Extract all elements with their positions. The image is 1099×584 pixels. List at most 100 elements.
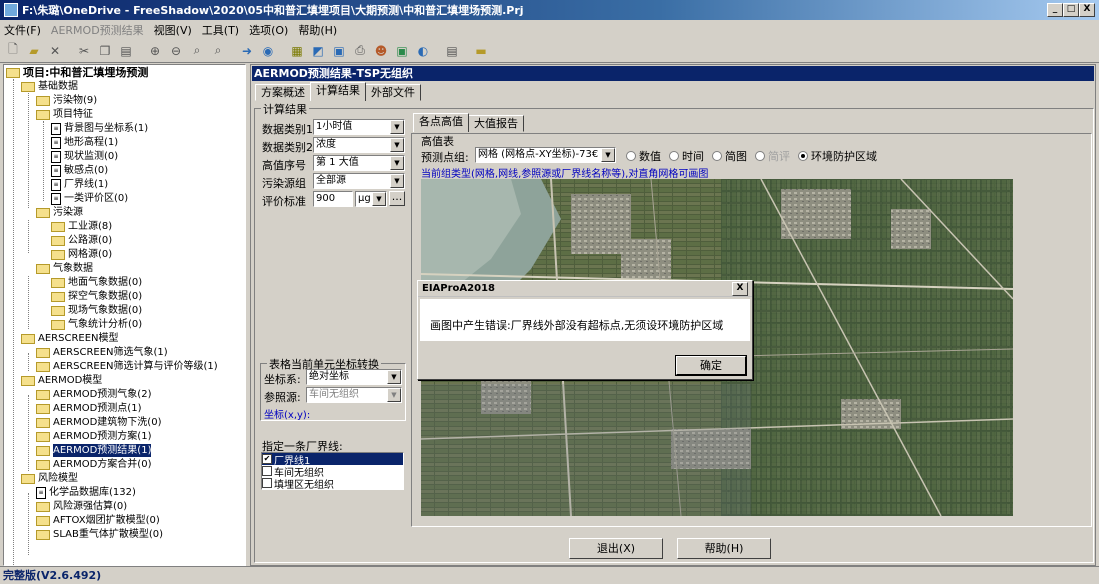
tree-item[interactable]: 基础数据 bbox=[21, 80, 78, 93]
hint-text: 当前组类型(网格,网线,参照源或厂界线名称等),对直角网格可画图 bbox=[421, 169, 709, 180]
tab-high-values[interactable]: 各点高值 bbox=[413, 113, 469, 132]
grid-icon[interactable]: ▦ bbox=[288, 42, 306, 60]
point-group-select[interactable]: 网格 (网格点-XY坐标)-73€ ▼ bbox=[475, 147, 616, 163]
unit-select[interactable]: μg ▼ bbox=[355, 191, 387, 207]
open-folder-icon[interactable]: ▰ bbox=[25, 42, 43, 60]
ok-button[interactable]: 确定 bbox=[675, 355, 747, 376]
tree-item[interactable]: AERSCREEN筛选计算与评价等级(1) bbox=[36, 360, 218, 373]
close-button[interactable]: X bbox=[1079, 3, 1095, 17]
stop-icon[interactable]: ◉ bbox=[259, 42, 277, 60]
tab-external-files[interactable]: 外部文件 bbox=[365, 84, 421, 101]
ref-source-select[interactable]: 车间无组织 ▼ bbox=[306, 387, 402, 403]
coord-sys-select[interactable]: 绝对坐标 ▼ bbox=[306, 369, 402, 385]
tree-item[interactable]: 工业源(8) bbox=[51, 220, 112, 233]
radio-protection-zone[interactable]: 环境防护区域 bbox=[798, 148, 877, 164]
tree-item[interactable]: AERMOD模型 bbox=[21, 374, 102, 387]
tree-item[interactable]: SLAB重气体扩散模型(0) bbox=[36, 528, 163, 541]
exit-icon[interactable]: ▬ bbox=[472, 42, 490, 60]
zoom-in-icon[interactable]: ⊕ bbox=[146, 42, 164, 60]
tree-item[interactable]: 污染物(9) bbox=[36, 94, 97, 107]
tree-item[interactable]: 污染源 bbox=[36, 206, 83, 219]
radio-simple-eval[interactable]: 简评 bbox=[755, 148, 790, 164]
table-icon[interactable]: ▣ bbox=[330, 42, 348, 60]
tab-results[interactable]: 计算结果 bbox=[310, 82, 366, 101]
exit-button[interactable]: 退出(X) bbox=[569, 538, 663, 559]
chart-icon[interactable]: ◩ bbox=[309, 42, 327, 60]
delete-icon[interactable]: ✕ bbox=[46, 42, 64, 60]
copy-icon[interactable]: ❐ bbox=[96, 42, 114, 60]
tree-item[interactable]: 探空气象数据(0) bbox=[51, 290, 142, 303]
menu-options[interactable]: 选项(O) bbox=[249, 22, 288, 38]
tree-item[interactable]: 风险源强估算(0) bbox=[36, 500, 127, 513]
tree-item[interactable]: 现场气象数据(0) bbox=[51, 304, 142, 317]
zoom-window-icon[interactable]: ⌕ bbox=[188, 42, 206, 60]
chevron-down-icon: ▼ bbox=[390, 174, 404, 188]
minimize-button[interactable]: _ bbox=[1047, 3, 1063, 17]
tree-item[interactable]: ≡ 背景图与坐标系(1) bbox=[51, 122, 148, 135]
cut-icon[interactable]: ✂ bbox=[75, 42, 93, 60]
chevron-down-icon: ▼ bbox=[372, 192, 386, 206]
tree-item[interactable]: AERMOD预测气象(2) bbox=[36, 388, 151, 401]
tree-item[interactable]: 风险模型 bbox=[21, 472, 78, 485]
zoom-out-icon[interactable]: ⊖ bbox=[167, 42, 185, 60]
tree-item[interactable]: AERMOD方案合并(0) bbox=[36, 458, 151, 471]
data-type2-select[interactable]: 浓度 ▼ bbox=[313, 137, 405, 153]
new-file-icon[interactable]: 🗋 bbox=[4, 42, 22, 60]
user-icon[interactable]: ☻ bbox=[372, 42, 390, 60]
tree-root[interactable]: 项目:中和普汇填埋场预测 bbox=[6, 66, 148, 79]
tree-item[interactable]: 网格源(0) bbox=[51, 248, 112, 261]
boundary-item[interactable]: 填埋区无组织 bbox=[262, 477, 403, 491]
run-arrow-icon[interactable]: ➜ bbox=[238, 42, 256, 60]
radio-time[interactable]: 时间 bbox=[669, 148, 704, 164]
high-rank-select[interactable]: 第 1 大值 ▼ bbox=[313, 155, 405, 171]
chevron-down-icon: ▼ bbox=[601, 148, 615, 162]
high-table-label: 高值表 bbox=[421, 135, 454, 148]
data-type1-select[interactable]: 1小时值 ▼ bbox=[313, 119, 405, 135]
tree-item-selected[interactable]: AERMOD预测结果(1) bbox=[36, 444, 152, 457]
tree-item[interactable]: ≡ 化学品数据库(132) bbox=[36, 486, 136, 499]
tab-max-report[interactable]: 大值报告 bbox=[468, 115, 524, 132]
source-group-select[interactable]: 全部源 ▼ bbox=[313, 173, 405, 189]
tree-item[interactable]: AERMOD建筑物下洗(0) bbox=[36, 416, 161, 429]
radio-value[interactable]: 数值 bbox=[626, 148, 661, 164]
tree-item[interactable]: ≡ 敏感点(0) bbox=[51, 164, 108, 177]
menu-help[interactable]: 帮助(H) bbox=[298, 22, 337, 38]
menu-view[interactable]: 视图(V) bbox=[154, 22, 192, 38]
tree-item[interactable]: ≡ 现状监测(0) bbox=[51, 150, 118, 163]
radio-simple-map[interactable]: 简图 bbox=[712, 148, 747, 164]
tree-item[interactable]: 地面气象数据(0) bbox=[51, 276, 142, 289]
display-mode-radios: 数值 时间 简图 简评 环境防护区域 bbox=[626, 148, 885, 164]
tree-item[interactable]: ≡ 厂界线(1) bbox=[51, 178, 108, 191]
maximize-button[interactable]: □ bbox=[1063, 3, 1079, 17]
standard-input[interactable]: 900 bbox=[313, 191, 353, 207]
more-button[interactable]: ... bbox=[389, 191, 405, 206]
tree-item[interactable]: ≡ 地形高程(1) bbox=[51, 136, 118, 149]
tree-item[interactable]: 气象数据 bbox=[36, 262, 93, 275]
dialog-close-button[interactable]: X bbox=[732, 282, 748, 296]
tree-item[interactable]: AERSCREEN筛选气象(1) bbox=[36, 346, 168, 359]
menu-file[interactable]: 文件(F) bbox=[4, 22, 41, 38]
tree-item[interactable]: ≡ 一类评价区(0) bbox=[51, 192, 128, 205]
tab-overview[interactable]: 方案概述 bbox=[255, 84, 311, 101]
tree-item[interactable]: 项目特征 bbox=[36, 108, 93, 121]
tree-item[interactable]: 公路源(0) bbox=[51, 234, 112, 247]
paste-icon[interactable]: ▤ bbox=[117, 42, 135, 60]
menu-aermod-result[interactable]: AERMOD预测结果 bbox=[51, 22, 144, 38]
zoom-extent-icon[interactable]: ⌕ bbox=[209, 42, 227, 60]
ref-source-label: 参照源: bbox=[264, 391, 301, 404]
app-icon bbox=[4, 3, 18, 17]
tree-item[interactable]: AFTOX烟团扩散模型(0) bbox=[36, 514, 160, 527]
tree-item[interactable]: 气象统计分析(0) bbox=[51, 318, 142, 331]
coord-xy-label: 坐标(x,y): bbox=[264, 410, 311, 421]
image-icon[interactable]: ▣ bbox=[393, 42, 411, 60]
tree-item[interactable]: AERMOD预测方案(1) bbox=[36, 430, 151, 443]
error-dialog: EIAProA2018 X 画图中产生错误:厂界线外部没有超标点,无须设环境防护… bbox=[417, 280, 753, 380]
globe-icon[interactable]: ◐ bbox=[414, 42, 432, 60]
tree-item[interactable]: AERSCREEN模型 bbox=[21, 332, 119, 345]
help-button[interactable]: 帮助(H) bbox=[677, 538, 771, 559]
status-bar: 完整版(V2.6.492) bbox=[0, 566, 1099, 583]
menu-tools[interactable]: 工具(T) bbox=[202, 22, 239, 38]
properties-icon[interactable]: ▤ bbox=[443, 42, 461, 60]
tree-item[interactable]: AERMOD预测点(1) bbox=[36, 402, 141, 415]
print-icon[interactable]: ⎙ bbox=[351, 42, 369, 60]
